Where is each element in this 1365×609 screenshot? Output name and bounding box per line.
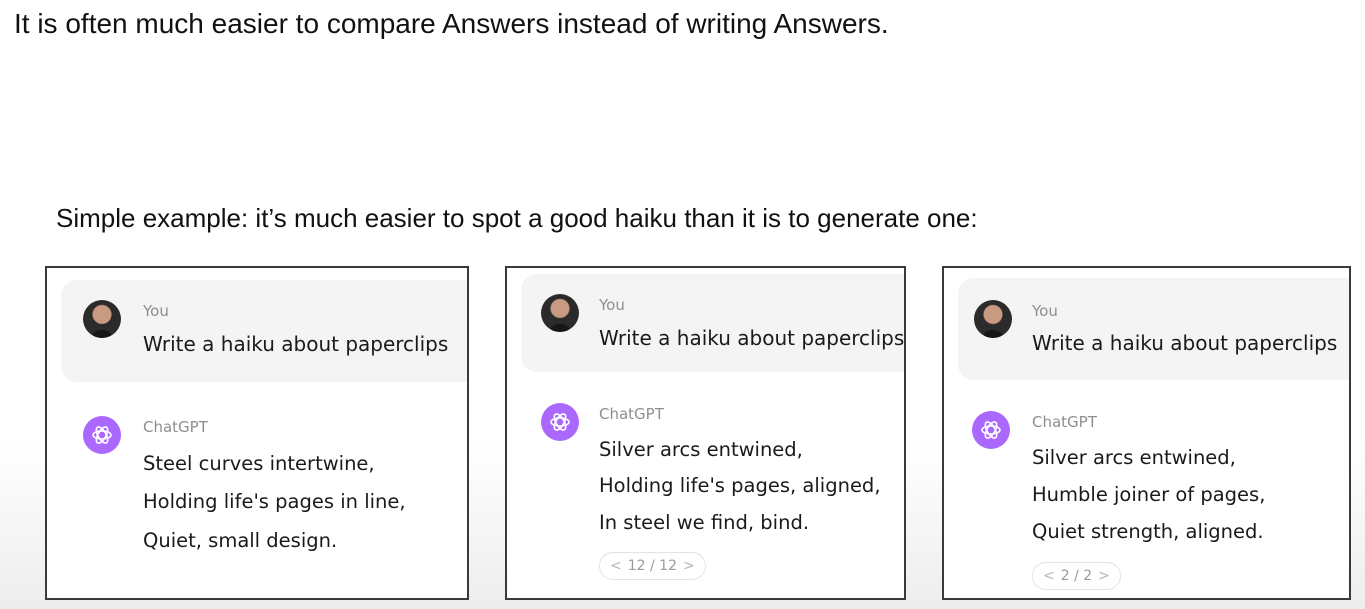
response-pager: < 12 / 12 > (599, 552, 706, 580)
assistant-name: ChatGPT (599, 405, 664, 423)
haiku-line-1: Silver arcs entwined, (1032, 446, 1236, 469)
pager-prev-button[interactable]: < (1043, 568, 1055, 584)
chat-panel-3: You Write a haiku about paperclips ChatG… (942, 266, 1351, 600)
haiku-line-3: In steel we find, bind. (599, 511, 810, 534)
pager-next-button[interactable]: > (683, 558, 695, 574)
pager-label: 12 / 12 (627, 558, 677, 574)
user-avatar (541, 294, 579, 332)
user-prompt: Write a haiku about paperclips (599, 326, 905, 350)
pager-next-button[interactable]: > (1098, 568, 1110, 584)
assistant-name: ChatGPT (143, 418, 208, 436)
user-prompt: Write a haiku about paperclips (1032, 331, 1338, 355)
haiku-line-1: Silver arcs entwined, (599, 438, 803, 461)
haiku-line-3: Quiet, small design. (143, 529, 338, 552)
slide-headline: It is often much easier to compare Answe… (14, 8, 889, 39)
user-message-block: You Write a haiku about paperclips (521, 274, 904, 372)
user-message-block: You Write a haiku about paperclips (958, 278, 1349, 380)
pager-prev-button[interactable]: < (610, 558, 622, 574)
slide-subheading: Simple example: it’s much easier to spot… (56, 203, 978, 233)
user-avatar (83, 300, 121, 338)
haiku-line-3: Quiet strength, aligned. (1032, 520, 1264, 543)
user-prompt: Write a haiku about paperclips (143, 332, 449, 356)
response-pager: < 2 / 2 > (1032, 562, 1121, 590)
haiku-line-1: Steel curves intertwine, (143, 452, 375, 475)
openai-logo-icon (83, 416, 121, 454)
user-message-block: You Write a haiku about paperclips (61, 280, 467, 382)
haiku-line-2: Humble joiner of pages, (1032, 483, 1266, 506)
user-name: You (1032, 302, 1058, 320)
user-name: You (599, 296, 625, 314)
user-name: You (143, 302, 169, 320)
haiku-line-2: Holding life's pages in line, (143, 490, 406, 513)
assistant-name: ChatGPT (1032, 413, 1097, 431)
haiku-line-2: Holding life's pages, aligned, (599, 474, 881, 497)
openai-logo-icon (972, 411, 1010, 449)
chat-panel-1: You Write a haiku about paperclips ChatG… (45, 266, 469, 600)
user-avatar (974, 300, 1012, 338)
openai-logo-icon (541, 403, 579, 441)
chat-panel-2: You Write a haiku about paperclips ChatG… (505, 266, 906, 600)
pager-label: 2 / 2 (1060, 568, 1093, 584)
